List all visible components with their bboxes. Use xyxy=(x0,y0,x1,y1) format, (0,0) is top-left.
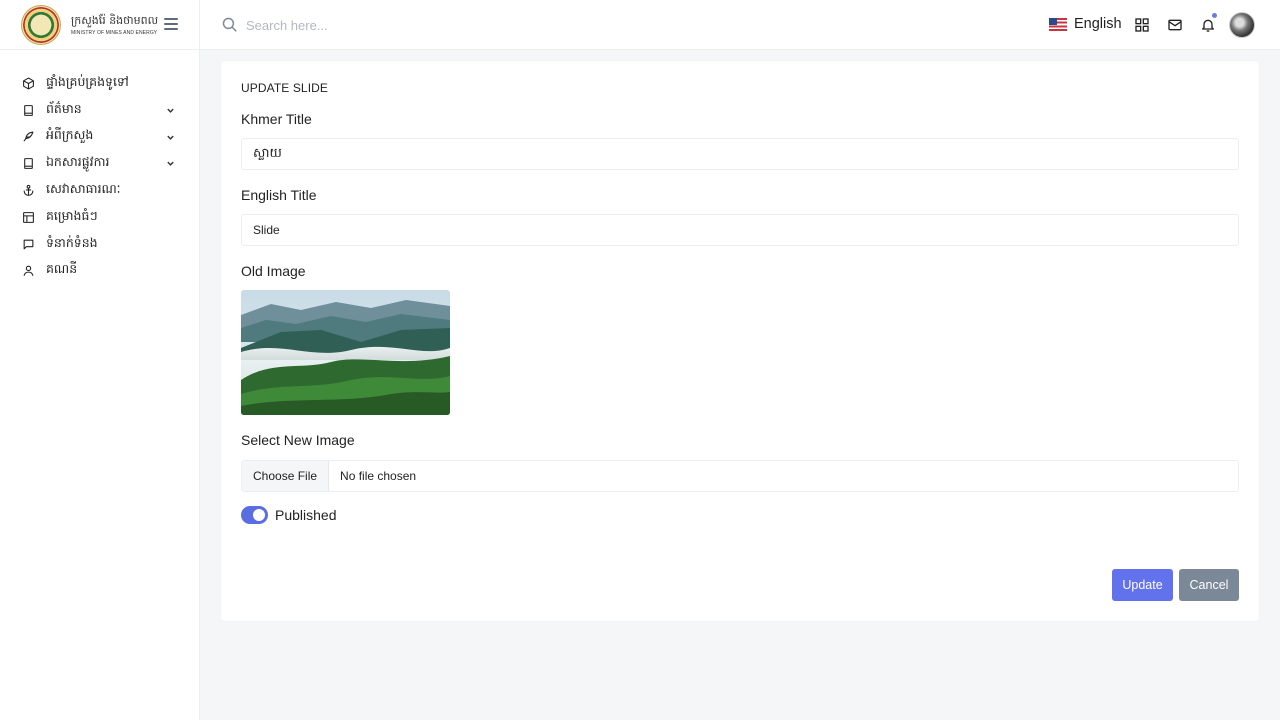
sidebar-item-label: ព័ត៌មាន xyxy=(46,100,82,116)
page-title: UPDATE SLIDE xyxy=(241,81,328,95)
sidebar-item-projects[interactable]: គម្រោងធំៗ xyxy=(0,204,199,231)
sidebar-item-public-services[interactable]: សេវាសាធារណៈ xyxy=(0,177,199,204)
language-selector[interactable]: English xyxy=(1049,16,1122,32)
brand-text: ក្រសួងរ៉ែ និងថាមពល MINISTRY OF MINES AND… xyxy=(71,14,158,36)
chevron-down-icon xyxy=(167,162,174,167)
choose-file-button[interactable]: Choose File xyxy=(242,461,330,491)
mail-icon[interactable] xyxy=(1167,17,1183,33)
brand-khmer-name: ក្រសួងរ៉ែ និងថាមពល xyxy=(71,13,159,27)
notification-dot xyxy=(1212,13,1217,18)
sidebar-item-account[interactable]: គណនី xyxy=(0,258,199,285)
published-toggle-row: Published xyxy=(241,506,337,524)
published-toggle[interactable] xyxy=(241,506,268,524)
sidebar-item-contact[interactable]: ទំនាក់ទំនង xyxy=(0,231,199,258)
user-icon xyxy=(21,264,35,278)
file-status: No file chosen xyxy=(340,469,417,483)
english-title-label: English Title xyxy=(241,187,317,203)
old-slide-image xyxy=(241,290,450,415)
select-new-image-label: Select New Image xyxy=(241,432,355,448)
sidebar-item-label: អំពីក្រសួង xyxy=(46,127,94,143)
brand-english-name: MINISTRY OF MINES AND ENERGY xyxy=(71,29,158,36)
sidebar-nav: ផ្ទាំងគ្រប់គ្រងទូទៅ ព័ត៌មាន អំពីក្រសួង ឯ… xyxy=(0,50,199,284)
box-icon xyxy=(21,76,35,90)
anchor-icon xyxy=(21,184,35,198)
grid-icon[interactable] xyxy=(1134,17,1150,33)
us-flag-icon xyxy=(1049,17,1067,31)
update-button[interactable]: Update xyxy=(1112,569,1173,601)
sidebar-item-label: គណនី xyxy=(46,261,78,277)
layout-icon xyxy=(21,210,35,224)
menu-toggle-icon[interactable] xyxy=(164,18,178,30)
old-image-label: Old Image xyxy=(241,263,306,279)
english-title-input[interactable] xyxy=(241,214,1239,246)
sidebar-item-news[interactable]: ព័ត៌មាន xyxy=(0,97,199,124)
ministry-logo xyxy=(21,4,61,45)
bell-icon[interactable] xyxy=(1200,17,1216,33)
khmer-title-label: Khmer Title xyxy=(241,111,312,127)
search-icon xyxy=(222,17,237,32)
sidebar-item-documents[interactable]: ឯកសារផ្លូវការ xyxy=(0,150,199,177)
language-label: English xyxy=(1074,16,1122,32)
feather-icon xyxy=(21,130,35,144)
file-input[interactable]: Choose File No file chosen xyxy=(241,460,1239,492)
book-icon xyxy=(21,103,35,117)
book-icon xyxy=(21,157,35,171)
sidebar-item-label: ទំនាក់ទំនង xyxy=(46,234,98,250)
chevron-down-icon xyxy=(167,135,174,140)
sidebar-item-label: ផ្ទាំងគ្រប់គ្រងទូទៅ xyxy=(46,73,129,89)
published-label: Published xyxy=(275,507,337,523)
update-slide-card: UPDATE SLIDE Khmer Title English Title O… xyxy=(221,61,1259,621)
chevron-down-icon xyxy=(167,108,174,113)
sidebar-item-label: គម្រោងធំៗ xyxy=(46,207,98,223)
sidebar: ក្រសួងរ៉ែ និងថាមពល MINISTRY OF MINES AND… xyxy=(0,0,200,720)
topbar: English xyxy=(200,0,1280,50)
message-icon xyxy=(21,237,35,251)
sidebar-item-about[interactable]: អំពីក្រសួង xyxy=(0,124,199,151)
sidebar-item-label: សេវាសាធារណៈ xyxy=(46,181,121,197)
khmer-title-input[interactable] xyxy=(241,138,1239,170)
sidebar-item-dashboard[interactable]: ផ្ទាំងគ្រប់គ្រងទូទៅ xyxy=(0,70,199,97)
search-input[interactable] xyxy=(246,14,546,36)
cancel-button[interactable]: Cancel xyxy=(1179,569,1239,601)
sidebar-item-label: ឯកសារផ្លូវការ xyxy=(46,154,110,170)
avatar[interactable] xyxy=(1229,12,1255,38)
